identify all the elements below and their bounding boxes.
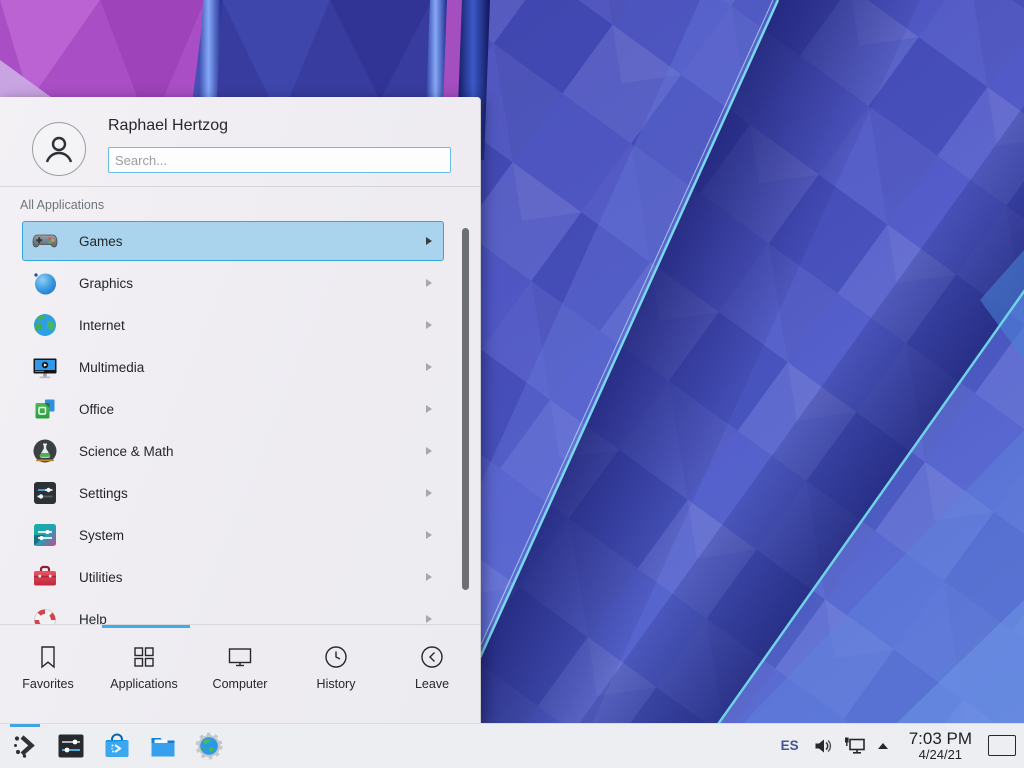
tab-history[interactable]: History xyxy=(288,629,384,723)
app-launcher-icon xyxy=(10,731,40,761)
menu-item-multimedia[interactable]: Multimedia xyxy=(22,347,444,387)
system-tray: ES xyxy=(781,730,1016,761)
discover-button[interactable] xyxy=(102,731,132,761)
submenu-arrow-icon xyxy=(425,320,433,330)
search-input[interactable] xyxy=(108,147,451,173)
tab-label: Applications xyxy=(110,677,177,691)
menu-item-office[interactable]: Office xyxy=(22,389,444,429)
footer-separator xyxy=(0,624,480,625)
tab-computer[interactable]: Computer xyxy=(192,629,288,723)
tab-label: Computer xyxy=(213,677,268,691)
color-sliders-icon xyxy=(31,521,59,549)
menu-item-help[interactable]: Help xyxy=(22,599,444,624)
file-manager-button[interactable] xyxy=(148,731,178,761)
menu-item-label: Science & Math xyxy=(79,444,174,459)
menu-item-label: Games xyxy=(79,234,123,249)
submenu-arrow-icon xyxy=(425,488,433,498)
submenu-arrow-icon xyxy=(425,236,433,246)
taskbar-panel: ES xyxy=(0,723,1024,768)
tab-favorites[interactable]: Favorites xyxy=(0,629,96,723)
submenu-arrow-icon xyxy=(425,530,433,540)
menu-item-science-math[interactable]: Science & Math xyxy=(22,431,444,471)
menu-item-label: Internet xyxy=(79,318,125,333)
submenu-arrow-icon xyxy=(425,278,433,288)
application-category-list: Games Graphics Internet xyxy=(0,221,480,624)
monitor-play-icon xyxy=(31,353,59,381)
taskbar-launchers xyxy=(10,731,224,761)
volume-icon xyxy=(813,736,833,756)
user-avatar[interactable] xyxy=(32,122,86,176)
app-launcher-button[interactable] xyxy=(10,731,40,761)
menu-item-utilities[interactable]: Utilities xyxy=(22,557,444,597)
submenu-arrow-icon xyxy=(425,404,433,414)
volume-button[interactable] xyxy=(813,736,833,756)
submenu-arrow-icon xyxy=(425,362,433,372)
wired-network-icon xyxy=(843,736,867,756)
blue-ball-icon xyxy=(31,269,59,297)
documents-icon xyxy=(31,395,59,423)
flask-icon xyxy=(31,437,59,465)
leave-icon xyxy=(417,642,447,672)
menu-item-settings[interactable]: Settings xyxy=(22,473,444,513)
menu-item-label: System xyxy=(79,528,124,543)
tab-label: Leave xyxy=(415,677,449,691)
menu-item-internet[interactable]: Internet xyxy=(22,305,444,345)
clock-icon xyxy=(321,642,351,672)
discover-icon xyxy=(102,731,132,761)
keyboard-layout-indicator[interactable]: ES xyxy=(781,738,799,753)
menu-item-label: Utilities xyxy=(79,570,123,585)
user-name: Raphael Hertzog xyxy=(108,117,228,135)
web-browser-button[interactable] xyxy=(194,731,224,761)
launcher-header: Raphael Hertzog xyxy=(0,97,480,187)
list-scrollbar[interactable] xyxy=(462,228,469,590)
person-icon xyxy=(42,132,76,166)
digital-clock[interactable]: 7:03 PM 4/24/21 xyxy=(909,730,972,761)
expand-tray-button[interactable] xyxy=(875,739,891,753)
active-tab-indicator xyxy=(102,625,190,628)
web-browser-icon xyxy=(194,731,224,761)
network-button[interactable] xyxy=(843,736,867,756)
launcher-tab-bar: Favorites Applications Computer xyxy=(0,629,480,723)
section-label: All Applications xyxy=(20,198,104,212)
tab-leave[interactable]: Leave xyxy=(384,629,480,723)
desktop: Raphael Hertzog All Applications Games xyxy=(0,0,1024,768)
menu-item-label: Help xyxy=(79,612,107,625)
system-settings-button[interactable] xyxy=(56,731,86,761)
submenu-arrow-icon xyxy=(425,446,433,456)
application-launcher: Raphael Hertzog All Applications Games xyxy=(0,97,481,723)
menu-item-games[interactable]: Games xyxy=(22,221,444,261)
clock-time: 7:03 PM xyxy=(909,730,972,748)
menu-item-graphics[interactable]: Graphics xyxy=(22,263,444,303)
toolbox-icon xyxy=(31,563,59,591)
dark-sliders-icon xyxy=(31,479,59,507)
show-desktop-button[interactable] xyxy=(988,735,1016,756)
submenu-arrow-icon xyxy=(425,614,433,624)
expand-tray-icon xyxy=(875,739,891,753)
bookmark-icon xyxy=(33,642,63,672)
tab-label: History xyxy=(317,677,356,691)
gamepad-icon xyxy=(31,227,59,255)
tab-label: Favorites xyxy=(22,677,73,691)
system-settings-icon xyxy=(56,731,86,761)
lifebuoy-icon xyxy=(31,605,59,624)
grid-icon xyxy=(129,642,159,672)
file-manager-icon xyxy=(148,731,178,761)
menu-item-label: Office xyxy=(79,402,114,417)
menu-item-label: Settings xyxy=(79,486,128,501)
menu-item-label: Multimedia xyxy=(79,360,144,375)
menu-item-label: Graphics xyxy=(79,276,133,291)
clock-date: 4/24/21 xyxy=(909,748,972,762)
computer-icon xyxy=(225,642,255,672)
submenu-arrow-icon xyxy=(425,572,433,582)
globe-icon xyxy=(31,311,59,339)
active-task-indicator xyxy=(10,724,40,727)
tab-applications[interactable]: Applications xyxy=(96,629,192,723)
menu-item-system[interactable]: System xyxy=(22,515,444,555)
